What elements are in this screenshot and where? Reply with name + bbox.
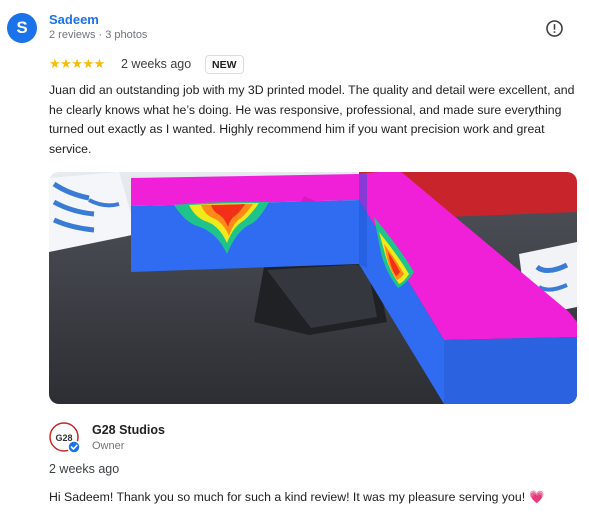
reply-text: Hi Sadeem! Thank you so much for such a … <box>49 490 526 504</box>
reviewer-avatar[interactable]: S <box>7 13 37 43</box>
owner-role: Owner <box>92 440 125 452</box>
owner-name: G28 Studios <box>92 423 165 437</box>
owner-logo: G28 <box>49 422 81 454</box>
reply-date: 2 weeks ago <box>49 462 120 476</box>
report-icon[interactable] <box>545 19 564 38</box>
review-text: Juan did an outstanding job with my 3D p… <box>49 83 575 156</box>
reply-text-container: Hi Sadeem! Thank you so much for such a … <box>49 490 544 505</box>
new-badge: NEW <box>205 55 244 74</box>
heart-emoji: 💗 <box>529 490 545 504</box>
star-rating: ★★★★★ <box>49 56 105 71</box>
reviewer-name-link[interactable]: Sadeem <box>49 12 99 27</box>
photo-3d-model-illustration <box>49 172 577 404</box>
review-date: 2 weeks ago <box>121 57 192 71</box>
reviewer-meta: 2 reviews · 3 photos <box>49 29 148 41</box>
verified-check-icon <box>67 440 81 454</box>
owner-logo-text: G28 <box>55 433 72 443</box>
review-photo[interactable] <box>49 172 577 404</box>
